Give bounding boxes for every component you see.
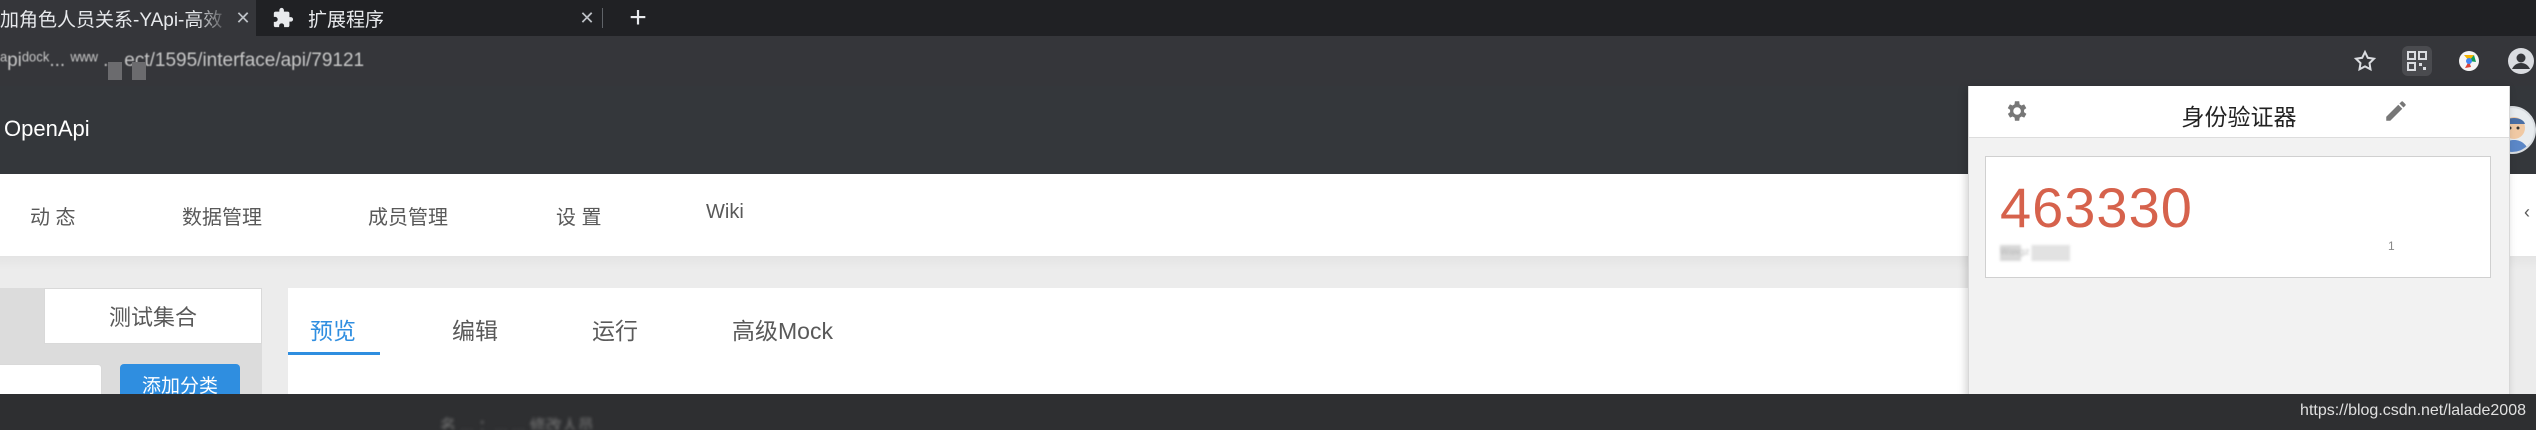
- new-tab-button[interactable]: +: [620, 0, 656, 36]
- browser-tab-extensions[interactable]: 扩展程序 ✕: [256, 0, 600, 36]
- popup-header: 身份验证器: [1969, 86, 2509, 138]
- nav-settings[interactable]: 设 置: [556, 201, 602, 230]
- tab-edit[interactable]: 编辑: [452, 312, 498, 346]
- otp-code[interactable]: 463330: [2000, 175, 2193, 240]
- toolbar-icons: [2350, 36, 2536, 86]
- authenticator-popup: 身份验证器 463330 ᵂᵃᶰᵍᶻ 1: [1968, 86, 2510, 430]
- tab-run[interactable]: 运行: [592, 312, 638, 346]
- browser-tab-yapi[interactable]: 加角色人员关系-YApi-高效 ✕: [0, 0, 256, 36]
- tab-title: 扩展程序: [308, 9, 385, 31]
- nav-activity[interactable]: 动 态: [30, 201, 76, 230]
- otp-issuer: ᵂᵃᶰᵍᶻ: [2000, 245, 2070, 261]
- account-icon[interactable]: [2506, 46, 2536, 76]
- close-icon[interactable]: ✕: [230, 8, 256, 29]
- qr-icon[interactable]: [2402, 46, 2432, 76]
- tab-divider: [602, 8, 603, 28]
- tab-title: 加角色人员关系-YApi-高效: [0, 9, 223, 31]
- tab-test-collection[interactable]: 测试集合: [44, 288, 262, 344]
- url-field[interactable]: ᵃpiᵈᵒᶜᵏ... ʷʷʷ ... ect/1595/interface/ap…: [0, 50, 520, 70]
- popup-title: 身份验证器: [2181, 104, 2297, 130]
- extension-icon[interactable]: [2454, 46, 2484, 76]
- watermark: https://blog.csdn.net/lalade2008: [2300, 402, 2526, 419]
- active-tab-indicator: [288, 352, 380, 355]
- star-icon[interactable]: [2350, 46, 2380, 76]
- close-icon[interactable]: ✕: [574, 8, 600, 29]
- nav-data-management[interactable]: 数据管理: [182, 201, 262, 230]
- redaction-block: [108, 62, 122, 80]
- nav-member-management[interactable]: 成员管理: [368, 201, 448, 230]
- blurred-text: 名 ... ：... ... 修改人员: [440, 418, 594, 430]
- project-name[interactable]: OpenApi: [4, 116, 90, 142]
- pencil-icon[interactable]: [2383, 98, 2409, 124]
- chevron-left-icon[interactable]: ‹: [2524, 202, 2530, 223]
- nav-wiki[interactable]: Wiki: [706, 201, 744, 224]
- tab-preview[interactable]: 预览: [310, 312, 356, 346]
- tab-advanced-mock[interactable]: 高级Mock: [732, 312, 833, 346]
- otp-card[interactable]: 463330 ᵂᵃᶰᵍᶻ 1: [1985, 156, 2491, 278]
- redaction-block: [132, 62, 146, 80]
- puzzle-icon: [273, 7, 294, 28]
- address-bar: ᵃpiᵈᵒᶜᵏ... ʷʷʷ ... ect/1595/interface/ap…: [0, 36, 2536, 86]
- otp-mark: 1: [2388, 239, 2395, 253]
- screen: 加角色人员关系-YApi-高效 ✕ 扩展程序 ✕ + ᵃpiᵈᵒᶜᵏ... ʷʷ…: [0, 0, 2536, 430]
- browser-tab-strip: 加角色人员关系-YApi-高效 ✕ 扩展程序 ✕ +: [0, 0, 2536, 36]
- bottom-bar: 名 ... ：... ... 修改人员 https://blog.csdn.ne…: [0, 394, 2536, 430]
